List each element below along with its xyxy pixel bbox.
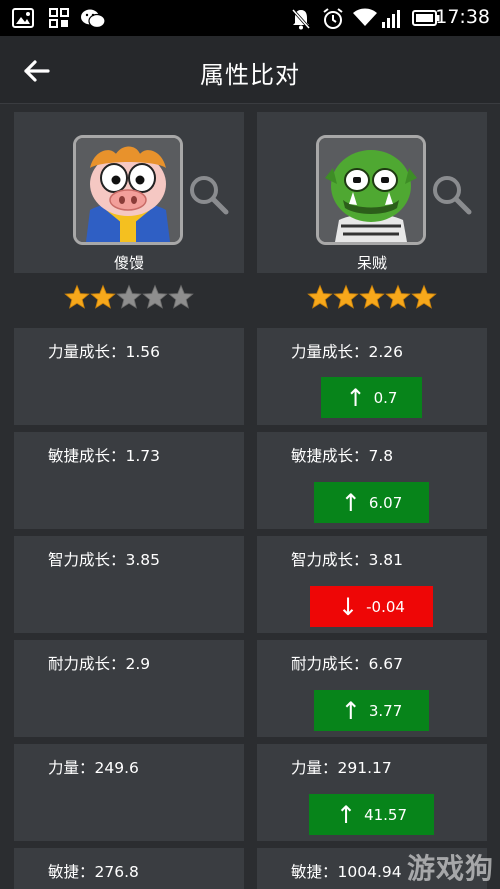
diff-badge-up: ↑ 0.7: [321, 377, 422, 418]
star-empty-icon: [168, 284, 194, 309]
page-title: 属性比对: [200, 61, 300, 89]
stat-card-right: 力量成长：2.26 ↑ 0.7: [257, 328, 487, 425]
stat-card-right: 力量：291.17 ↑ 41.57: [257, 744, 487, 841]
diff-value: 0.7: [373, 388, 398, 407]
stat-value: 智力成长：3.81: [291, 551, 404, 569]
star-filled-icon: [359, 284, 385, 309]
stat-value: 力量成长：1.56: [48, 343, 161, 361]
arrow-up-icon: ↑: [335, 800, 357, 829]
stat-value: 敏捷：276.8: [48, 863, 139, 881]
stat-value: 耐力成长：2.9: [48, 655, 151, 673]
stat-card-left: 力量成长：1.56: [14, 328, 244, 425]
diff-value: 6.07: [368, 493, 403, 512]
image-icon: [12, 8, 34, 28]
stat-card-left: 敏捷：276.8: [14, 848, 244, 889]
arrow-up-icon: ↑: [340, 488, 361, 517]
star-empty-icon: [142, 284, 168, 309]
star-filled-icon: [385, 284, 411, 309]
stat-value: 力量：249.6: [48, 759, 139, 777]
arrow-up-icon: ↑: [345, 383, 366, 412]
hero-card-right[interactable]: 呆贼: [257, 112, 487, 273]
star-rating-left: [14, 284, 244, 310]
hero-card-left[interactable]: 傻馒: [14, 112, 244, 273]
app-grid-icon: [49, 8, 69, 28]
hero-avatar-left[interactable]: [73, 135, 183, 245]
stat-card-right: 智力成长：3.81 ↓ -0.04: [257, 536, 487, 633]
diff-badge-up: ↑ 3.77: [314, 690, 429, 731]
diff-badge-down: ↓ -0.04: [310, 586, 433, 627]
diff-value: 41.57: [364, 805, 408, 824]
diff-badge-up: ↑ 41.57: [309, 794, 434, 835]
status-time: 17:38: [435, 6, 490, 28]
stat-card-left: 耐力成长：2.9: [14, 640, 244, 737]
diff-value: 3.77: [368, 701, 403, 720]
stat-card-right: 耐力成长：6.67 ↑ 3.77: [257, 640, 487, 737]
app-bar: 属性比对: [0, 36, 500, 104]
arrow-down-icon: ↓: [338, 592, 359, 621]
green-orc-portrait: [319, 138, 423, 242]
star-filled-icon: [333, 284, 359, 309]
hero-avatar-right[interactable]: [316, 135, 426, 245]
star-filled-icon: [307, 284, 333, 309]
stat-card-right: 敏捷成长：7.8 ↑ 6.07: [257, 432, 487, 529]
stat-value: 智力成长：3.85: [48, 551, 161, 569]
watermark-logo: 游戏狗: [406, 852, 494, 885]
hero-name-left: 傻馒: [113, 254, 144, 272]
stat-value: 敏捷成长：7.8: [291, 447, 394, 465]
stat-value: 敏捷成长：1.73: [48, 447, 161, 465]
stat-value: 力量：291.17: [291, 759, 392, 777]
arrow-up-icon: ↑: [340, 696, 361, 725]
status-bar: 17:38: [0, 0, 500, 36]
alarm-icon: [323, 8, 343, 29]
wifi-icon: [353, 8, 377, 26]
wechat-icon: [81, 9, 106, 29]
stat-value: 耐力成长：6.67: [291, 655, 404, 673]
signal-icon: [382, 10, 400, 28]
star-rating-right: [257, 284, 487, 310]
stat-value: 敏捷：1004.94: [291, 863, 402, 881]
hero-name-right: 呆贼: [356, 254, 387, 272]
pig-hero-portrait: [76, 138, 180, 242]
star-empty-icon: [116, 284, 142, 309]
mute-icon: [291, 9, 311, 30]
star-filled-icon: [411, 284, 437, 309]
search-icon[interactable]: [186, 172, 230, 216]
diff-value: -0.04: [366, 597, 405, 616]
search-icon[interactable]: [429, 172, 473, 216]
stat-card-left: 敏捷成长：1.73: [14, 432, 244, 529]
stat-value: 力量成长：2.26: [291, 343, 404, 361]
stat-card-left: 智力成长：3.85: [14, 536, 244, 633]
diff-badge-up: ↑ 6.07: [314, 482, 429, 523]
star-filled-icon: [90, 284, 116, 309]
stat-card-left: 力量：249.6: [14, 744, 244, 841]
star-filled-icon: [64, 284, 90, 309]
